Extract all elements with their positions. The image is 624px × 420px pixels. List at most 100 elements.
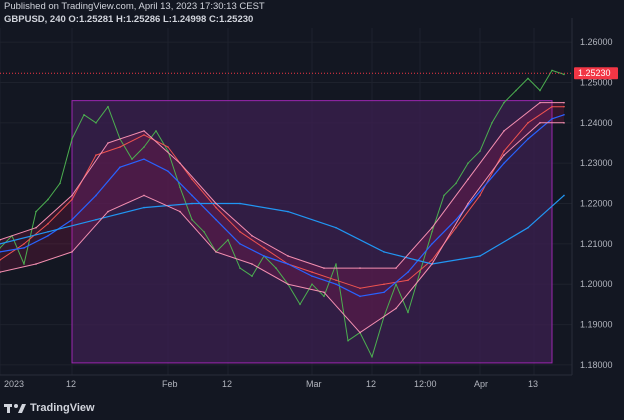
point-ema_fast-1: [23, 243, 25, 245]
point-ema_fast-22: [527, 122, 529, 124]
point-cloud_lower-3: [107, 210, 109, 213]
point-ema_mid-10: [239, 243, 241, 245]
high-label: H:: [115, 14, 126, 25]
point-price-37: [443, 194, 445, 197]
point-price-9: [107, 105, 109, 108]
point-cloud_lower-6: [215, 251, 217, 253]
point-cloud_upper-11: [395, 267, 397, 269]
point-ema_mid-24: [563, 113, 565, 116]
point-ema_mid-16: [383, 291, 385, 294]
x-tick-label-7: Apr: [474, 379, 488, 389]
brand-logo[interactable]: TradingView: [4, 400, 95, 416]
close-label: C:: [208, 14, 219, 25]
point-ema_mid-22: [527, 138, 529, 140]
point-cloud_lower-7: [251, 263, 253, 265]
point-price-25: [299, 303, 301, 306]
point-price-17: [203, 230, 205, 233]
point-cloud_upper-4: [143, 130, 145, 132]
y-tick-label-0: 1.18000: [580, 360, 613, 370]
point-ema_slow-1: [47, 230, 49, 233]
point-ema_mid-13: [311, 275, 313, 277]
point-price-26: [311, 283, 313, 286]
point-ema_mid-9: [215, 218, 217, 221]
point-ema_mid-21: [503, 162, 505, 164]
point-cloud_lower-4: [143, 194, 145, 197]
x-tick-label-1: 12: [66, 379, 76, 389]
point-price-27: [323, 295, 325, 298]
point-price-3: [35, 210, 37, 213]
point-price-12: [143, 146, 145, 148]
point-ema_fast-11: [263, 247, 265, 249]
point-price-15: [179, 186, 181, 189]
point-ema_mid-17: [407, 271, 409, 273]
point-cloud_lower-10: [359, 331, 361, 334]
point-price-34: [407, 311, 409, 314]
symbol-label: GBPUSD, 240: [4, 14, 66, 25]
price-chart[interactable]: 1.18000 1.19000 1.20000 1.21000 1.22000 1.230…: [0, 0, 624, 420]
point-ema_fast-6: [143, 134, 145, 136]
point-ema_mid-8: [191, 194, 193, 197]
point-price-8: [95, 122, 97, 124]
point-price-45: [539, 89, 541, 92]
point-ema_mid-4: [95, 194, 97, 197]
point-price-39: [467, 162, 469, 164]
low-value: 1.24998: [171, 14, 207, 25]
point-price-13: [155, 130, 157, 132]
y-tick-label-3: 1.21000: [580, 239, 613, 249]
point-ema_fast-13: [311, 271, 313, 273]
y-tick-label-6: 1.24000: [580, 118, 613, 128]
point-ema_mid-3: [71, 218, 73, 221]
point-ema_mid-14: [335, 283, 337, 286]
point-cloud_upper-1: [35, 226, 37, 229]
open-value: 1.25281: [78, 14, 114, 25]
point-price-47: [563, 73, 565, 76]
point-cloud_lower-16: [563, 122, 565, 124]
point-ema_mid-23: [551, 117, 553, 120]
point-ema_slow-11: [527, 226, 529, 229]
point-price-38: [455, 182, 457, 185]
point-price-33: [395, 283, 397, 286]
point-cloud_lower-1: [35, 263, 37, 265]
point-cloud_upper-2: [71, 194, 73, 197]
x-tick-label-6: 12:00: [414, 379, 437, 389]
y-tick-label-5: 1.23000: [580, 158, 613, 168]
point-price-42: [503, 101, 505, 104]
published-caption: Published on TradingView.com, April 13, …: [4, 1, 265, 12]
point-price-4: [47, 198, 49, 201]
point-ema_mid-6: [143, 158, 145, 160]
point-cloud_upper-14: [503, 130, 505, 132]
point-price-29: [347, 339, 349, 342]
point-cloud_lower-8: [287, 283, 289, 286]
point-cloud_lower-15: [539, 122, 541, 124]
point-ema_mid-1: [23, 247, 25, 249]
chart-frame: 1.18000 1.19000 1.20000 1.21000 1.22000 1.230…: [0, 0, 624, 420]
point-price-40: [479, 150, 481, 152]
point-ema_slow-2: [95, 218, 97, 221]
close-value: 1.25230: [218, 14, 254, 25]
point-price-41: [491, 122, 493, 124]
x-tick-label-8: 13: [528, 379, 538, 389]
point-ema_slow-12: [563, 194, 565, 197]
point-ema_fast-18: [431, 259, 433, 261]
point-cloud_lower-11: [395, 307, 397, 310]
point-cloud_lower-9: [323, 291, 325, 294]
point-ema_slow-5: [239, 202, 241, 205]
point-price-16: [191, 218, 193, 221]
point-ema_fast-8: [191, 178, 193, 181]
point-price-35: [419, 271, 421, 273]
point-ema_fast-17: [407, 279, 409, 281]
point-price-28: [335, 263, 337, 265]
point-cloud_upper-6: [215, 202, 217, 205]
point-ema_slow-6: [287, 210, 289, 213]
point-cloud_upper-12: [431, 226, 433, 229]
point-ema_fast-4: [95, 154, 97, 156]
point-price-31: [371, 356, 373, 358]
point-ema_mid-15: [359, 295, 361, 298]
point-price-43: [515, 89, 517, 92]
point-cloud_upper-16: [563, 101, 565, 104]
y-tick-label-4: 1.22000: [580, 199, 613, 209]
brand-name: TradingView: [30, 402, 95, 414]
point-ema_fast-2: [47, 222, 49, 225]
point-cloud_lower-13: [467, 202, 469, 205]
point-price-19: [227, 239, 229, 241]
